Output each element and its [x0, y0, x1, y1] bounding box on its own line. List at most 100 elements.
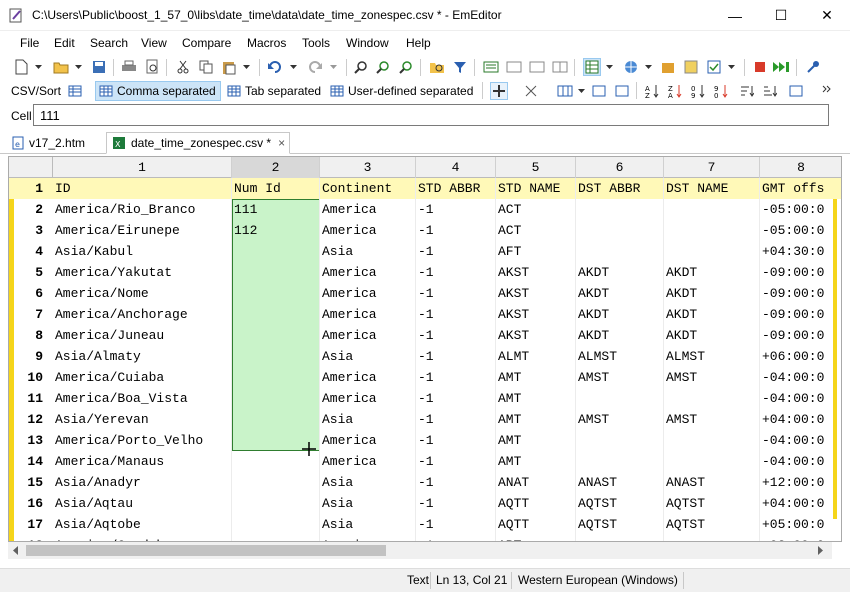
table-cell[interactable]: ART — [496, 535, 576, 541]
horizontal-scrollbar[interactable] — [8, 542, 832, 559]
table-cell[interactable]: AKDT — [664, 304, 760, 325]
table-cell[interactable]: -04:00:0 — [760, 388, 841, 409]
table-cell[interactable]: AMT — [496, 430, 576, 451]
table-cell[interactable]: America/Porto_Velho — [53, 430, 232, 451]
table-cell[interactable]: -1 — [416, 388, 496, 409]
table-cell[interactable]: ACT — [496, 220, 576, 241]
table-cell[interactable]: Asia/Aqtau — [53, 493, 232, 514]
table-cell[interactable]: AQTST — [576, 493, 664, 514]
table-cell[interactable]: AQTT — [496, 493, 576, 514]
table-cell[interactable]: -1 — [416, 241, 496, 262]
table-cell[interactable] — [232, 325, 320, 346]
table-cell[interactable] — [232, 304, 320, 325]
header-cell[interactable]: STD ABBR — [416, 178, 496, 199]
table-cell[interactable]: Asia — [320, 241, 416, 262]
table-cell[interactable] — [664, 241, 760, 262]
row-number[interactable]: 18 — [9, 535, 47, 541]
table-cell[interactable]: America/Manaus — [53, 451, 232, 472]
table-cell[interactable] — [232, 472, 320, 493]
table-cell[interactable]: Asia/Kabul — [53, 241, 232, 262]
toolbar-overflow-icon[interactable] — [818, 80, 836, 98]
table-cell[interactable]: America/Boa_Vista — [53, 388, 232, 409]
split-window-icon[interactable] — [551, 58, 569, 76]
table-cell[interactable]: ACT — [496, 199, 576, 220]
table-cell[interactable]: -05:00:0 — [760, 220, 841, 241]
csv-sort-label[interactable]: CSV/Sort — [8, 81, 64, 101]
table-cell[interactable]: -1 — [416, 220, 496, 241]
table-cell[interactable]: -1 — [416, 430, 496, 451]
row-number[interactable]: 7 — [9, 304, 47, 325]
column-number[interactable]: 5 — [496, 157, 576, 178]
table-cell[interactable]: AMT — [496, 451, 576, 472]
row-number[interactable]: 3 — [9, 220, 47, 241]
menu-file[interactable]: File — [20, 36, 39, 50]
plugin-icon[interactable] — [659, 58, 677, 76]
table-cell[interactable] — [664, 199, 760, 220]
row-number[interactable]: 17 — [9, 514, 47, 535]
table-cell[interactable] — [576, 451, 664, 472]
row-number[interactable]: 5 — [9, 262, 47, 283]
table-cell[interactable]: America — [320, 367, 416, 388]
sort-length-desc-icon[interactable] — [761, 82, 779, 100]
menu-window[interactable]: Window — [346, 36, 389, 50]
redo-dropdown-icon[interactable] — [325, 58, 343, 76]
user-defined-separated-button[interactable]: User-defined separated — [327, 81, 476, 101]
column-number[interactable]: 7 — [664, 157, 760, 178]
table-cell[interactable]: AMST — [664, 409, 760, 430]
full-screen-icon[interactable] — [528, 58, 546, 76]
run-macro-icon[interactable] — [772, 58, 790, 76]
table-cell[interactable] — [232, 367, 320, 388]
open-folder-icon[interactable] — [52, 58, 70, 76]
copy-icon[interactable] — [197, 58, 215, 76]
table-cell[interactable]: AMT — [496, 367, 576, 388]
table-cell[interactable]: Asia/Anadyr — [53, 472, 232, 493]
csv-mode-dropdown-icon[interactable] — [601, 58, 619, 76]
table-cell[interactable]: -1 — [416, 514, 496, 535]
table-cell[interactable]: Asia/Aqtobe — [53, 514, 232, 535]
table-cell[interactable]: -04:00:0 — [760, 367, 841, 388]
menu-tools[interactable]: Tools — [302, 36, 330, 50]
table-cell[interactable]: -1 — [416, 451, 496, 472]
column-layout-dropdown-icon[interactable] — [573, 82, 591, 100]
table-cell[interactable]: ANAT — [496, 472, 576, 493]
table-cell[interactable]: 111 — [232, 199, 320, 220]
row-number[interactable]: 2 — [9, 199, 47, 220]
csv-mode-icon[interactable] — [583, 58, 601, 76]
table-cell[interactable] — [232, 409, 320, 430]
table-cell[interactable]: AKST — [496, 304, 576, 325]
table-cell[interactable]: America — [320, 220, 416, 241]
table-cell[interactable]: +06:00:0 — [760, 346, 841, 367]
scroll-left-icon[interactable] — [12, 546, 20, 555]
sort-z-a-icon[interactable]: ZA — [666, 82, 684, 100]
table-cell[interactable] — [664, 388, 760, 409]
comma-separated-button[interactable]: Comma separated — [95, 81, 221, 101]
select-columns-icon[interactable] — [522, 82, 540, 100]
menu-compare[interactable]: Compare — [182, 36, 231, 50]
table-cell[interactable]: -09:00:0 — [760, 262, 841, 283]
table-cell[interactable]: AMST — [576, 367, 664, 388]
row-number[interactable]: 12 — [9, 409, 47, 430]
table-cell[interactable]: ANAST — [576, 472, 664, 493]
scroll-right-icon[interactable] — [816, 546, 824, 555]
table-cell[interactable] — [232, 430, 320, 451]
table-cell[interactable]: AQTST — [664, 493, 760, 514]
table-cell[interactable] — [232, 388, 320, 409]
table-cell[interactable]: America — [320, 283, 416, 304]
table-cell[interactable]: Asia — [320, 493, 416, 514]
table-cell[interactable]: -1 — [416, 472, 496, 493]
table-cell[interactable] — [232, 535, 320, 541]
table-cell[interactable]: AKST — [496, 325, 576, 346]
header-cell[interactable]: DST ABBR — [576, 178, 664, 199]
open-dropdown-icon[interactable] — [70, 58, 88, 76]
table-cell[interactable]: AKDT — [576, 283, 664, 304]
find-previous-icon[interactable] — [397, 58, 415, 76]
header-cell[interactable]: Continent — [320, 178, 416, 199]
table-cell[interactable]: America/Eirunepe — [53, 220, 232, 241]
table-cell[interactable] — [576, 220, 664, 241]
table-cell[interactable]: -09:00:0 — [760, 325, 841, 346]
sort-9-0-icon[interactable]: 90 — [712, 82, 730, 100]
table-cell[interactable]: -1 — [416, 535, 496, 541]
menu-edit[interactable]: Edit — [54, 36, 75, 50]
table-cell[interactable]: America/Cordoba — [53, 535, 232, 541]
undo-dropdown-icon[interactable] — [285, 58, 303, 76]
